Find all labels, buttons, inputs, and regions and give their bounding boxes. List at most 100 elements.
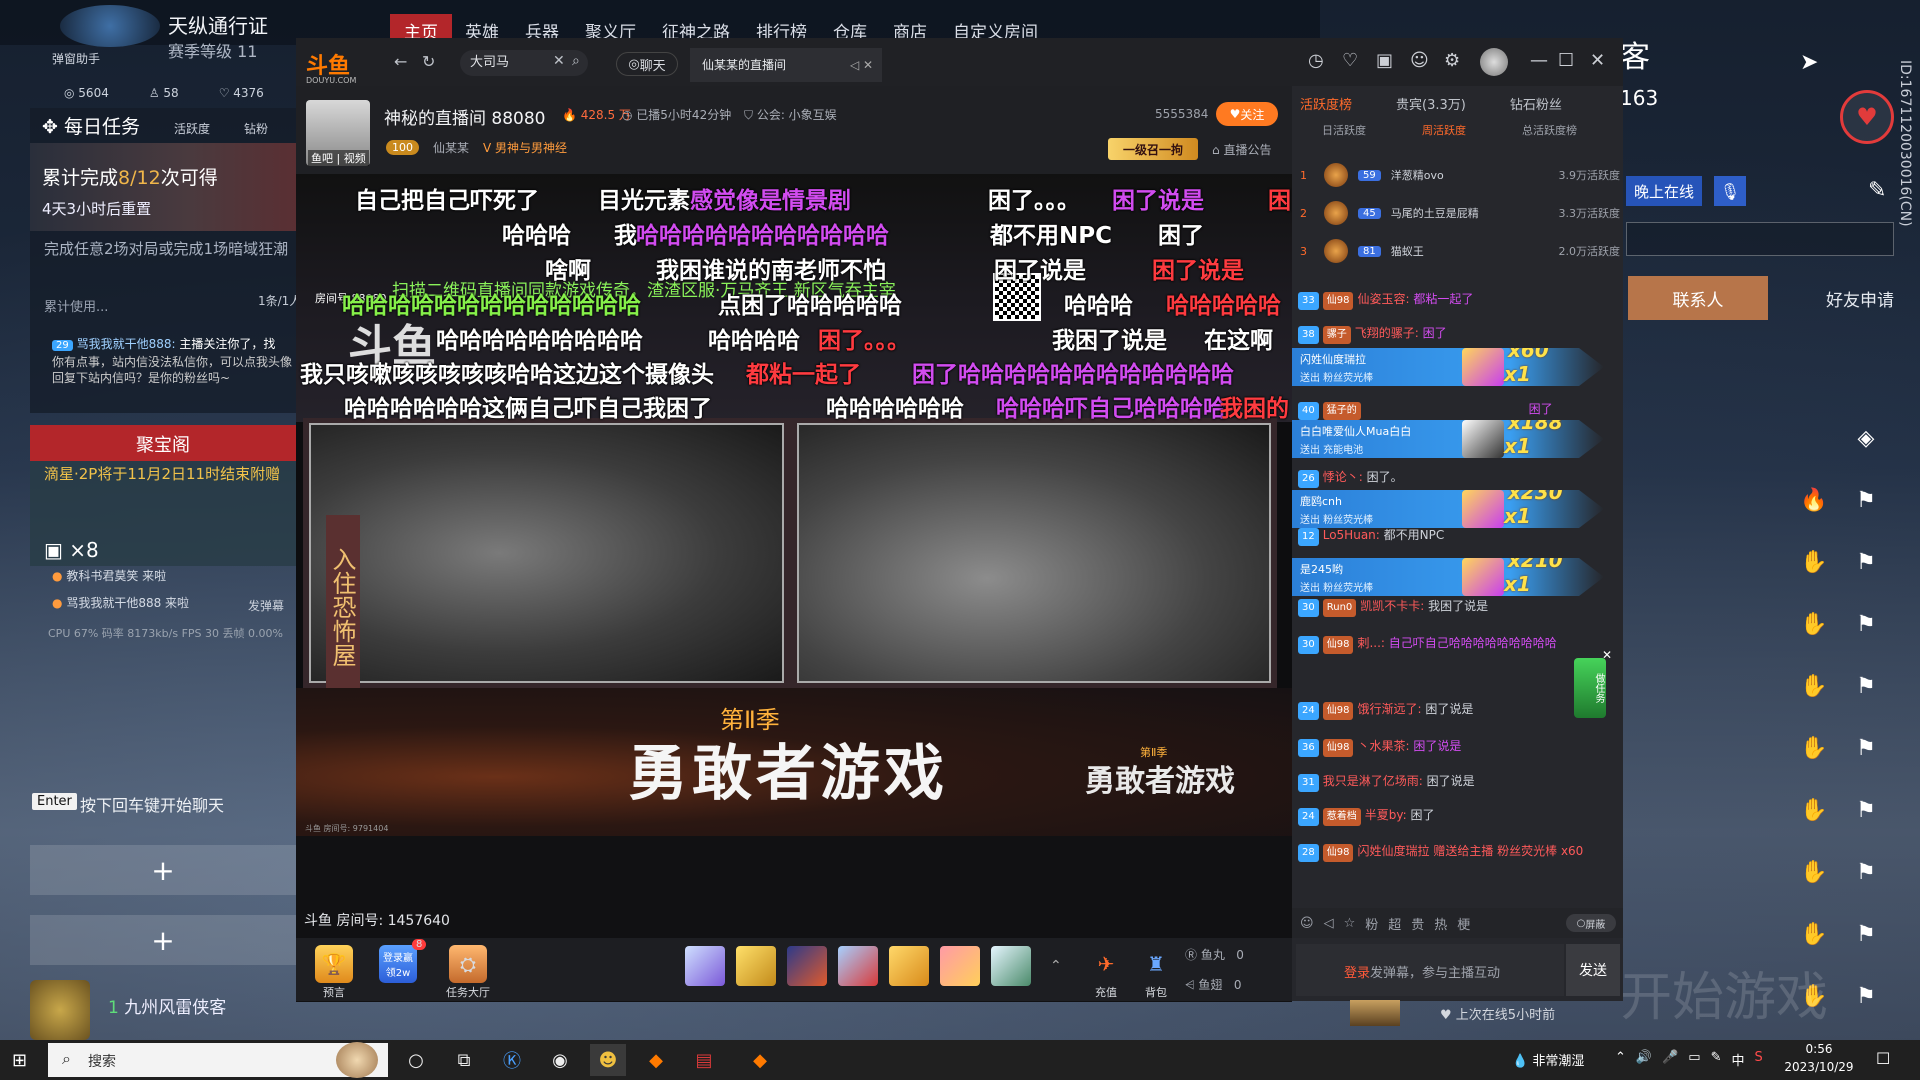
summon-button[interactable]: 一级召一拘 (1108, 138, 1198, 160)
flag-icon[interactable]: ⚑ (1848, 544, 1884, 580)
gift-item[interactable] (787, 946, 827, 986)
gift-item[interactable] (940, 946, 980, 986)
hand-icon[interactable]: ✋ (1796, 544, 1832, 580)
chat-input[interactable]: 登录发弹幕，参与主播互动 (1296, 944, 1564, 996)
history-icon[interactable]: ◷ (1308, 50, 1324, 71)
add-slot-button[interactable]: + (30, 915, 296, 965)
windows-start-icon[interactable]: ⊞ (12, 1050, 27, 1071)
gift-item[interactable] (838, 946, 878, 986)
live-room-tab[interactable]: 仙某某的直播间 ◁ ✕ (690, 48, 882, 82)
tab-friend-requests[interactable]: 好友申请 (1790, 276, 1920, 320)
follow-button[interactable]: ♥ 关注 (1216, 102, 1278, 126)
tab-activity-rank[interactable]: 活跃度榜 (1300, 94, 1352, 113)
rank-row[interactable]: 2 45 马尾的土豆是屁精 3.3万活跃度 (1300, 201, 1620, 225)
treasure-title[interactable]: 聚宝阁 (30, 431, 296, 457)
volume-icon[interactable]: 🔊 (1636, 1050, 1652, 1069)
edit-icon[interactable]: ✎ (1868, 178, 1886, 203)
flame-icon[interactable]: 🔥 (1796, 482, 1832, 518)
flag-icon[interactable]: ⚑ (1848, 482, 1884, 518)
send-button[interactable]: 发送 (1566, 944, 1620, 996)
flag-icon[interactable]: ⚑ (1848, 730, 1884, 766)
send-danmu-button[interactable]: 发弹幕 (248, 597, 284, 614)
backpack-button[interactable]: ♜ 背包 (1130, 945, 1182, 1000)
task-view-icon[interactable]: ⧉ (446, 1044, 482, 1076)
flag-icon[interactable]: ⚑ (1848, 792, 1884, 828)
player-avatar[interactable] (30, 980, 90, 1040)
heart-icon[interactable]: ♥ (1840, 90, 1894, 144)
flag-icon[interactable]: ⚑ (1848, 916, 1884, 952)
refresh-icon[interactable]: ↻ (422, 52, 435, 71)
weather-widget[interactable]: 💧 非常潮湿 (1512, 1050, 1584, 1069)
close-icon[interactable]: ✕ (1590, 50, 1605, 71)
hand-icon[interactable]: ✋ (1796, 854, 1832, 890)
clear-icon[interactable]: ✕ (553, 53, 565, 69)
hand-icon[interactable]: ✋ (1796, 668, 1832, 704)
friend-avatar[interactable] (1350, 1000, 1400, 1026)
fan-danmu-button[interactable]: 粉 (1365, 914, 1378, 933)
douyu-taskbar-icon[interactable]: ◆ (742, 1044, 778, 1076)
close-ad-icon[interactable]: ✕ (1602, 648, 1612, 662)
cortana-icon[interactable]: ○ (398, 1044, 434, 1076)
flag-icon[interactable]: ⚑ (1848, 668, 1884, 704)
favorite-icon[interactable]: ♡ (1342, 50, 1358, 71)
flag-icon[interactable]: ⚑ (1848, 854, 1884, 890)
rank-row[interactable]: 3 81 猫蚁王 2.0万活跃度 (1300, 239, 1620, 263)
tab-diamond-fans[interactable]: 钻粉 (244, 120, 268, 137)
ime-indicator[interactable]: 中 (1731, 1050, 1744, 1069)
add-slot-button[interactable]: + (30, 845, 296, 895)
tab-contacts[interactable]: 联系人 (1628, 276, 1768, 320)
chat-tab[interactable]: ◎ 聊天 (616, 52, 678, 76)
search-input[interactable]: 大司马 (460, 50, 588, 76)
guild-label[interactable]: ⛉ 公会: 小象互娱 (744, 106, 837, 123)
hot-danmu-button[interactable]: 热 (1434, 914, 1447, 933)
gift-item[interactable] (736, 946, 776, 986)
calendar-icon[interactable]: ▣ (1376, 50, 1393, 71)
daily-task-item[interactable]: 累计使用... (44, 296, 108, 315)
speaker-icon[interactable]: ◁ (1324, 916, 1334, 931)
notification-icon[interactable]: ☐ (1876, 1049, 1890, 1068)
douyu-app-icon[interactable]: ◆ (638, 1044, 674, 1076)
rank-row[interactable]: 1 59 洋葱精ovo 3.9万活跃度 (1300, 163, 1620, 187)
task-ad-button[interactable]: 做任务 (1574, 658, 1606, 718)
game-client-icon[interactable]: ☻ (590, 1044, 626, 1076)
tab-activity[interactable]: 活跃度 (174, 120, 210, 137)
streamer-name[interactable]: 仙某某 (433, 139, 469, 156)
task-hall-button[interactable]: ⛭ 任务大厅 (442, 945, 494, 1000)
super-danmu-button[interactable]: 超 (1388, 914, 1401, 933)
user-avatar[interactable] (1480, 48, 1508, 76)
clock-time[interactable]: 0:56 (1784, 1042, 1854, 1056)
subtab-total[interactable]: 总活跃度榜 (1522, 122, 1577, 138)
chat-preview-name[interactable]: 骂我我就干他888: (77, 337, 176, 351)
category-link[interactable]: V 男神与男神经 (483, 139, 567, 156)
meme-button[interactable]: 梗 (1457, 914, 1470, 933)
recharge-button[interactable]: ✈ 充值 (1080, 945, 1132, 1000)
popup-helper-label[interactable]: 弹窗助手 (52, 50, 100, 67)
live-notice-button[interactable]: ⌂ 直播公告 (1212, 141, 1271, 158)
gift-item[interactable] (889, 946, 929, 986)
maximize-icon[interactable]: ☐ (1558, 50, 1574, 71)
minimize-icon[interactable]: — (1530, 50, 1548, 71)
daily-task-item[interactable]: 完成任意2场对局或完成1场暗域狂潮 (44, 238, 294, 259)
naraka-icon[interactable]: ▤ (686, 1044, 722, 1076)
settings-icon[interactable]: ⚙ (1444, 50, 1460, 71)
mic-icon[interactable]: 🎤 (1662, 1050, 1678, 1069)
clock-date[interactable]: 2023/10/29 (1784, 1060, 1854, 1074)
hand-icon[interactable]: ✋ (1796, 606, 1832, 642)
signin-reward-button[interactable]: 登录赢领2w 8 (372, 939, 427, 984)
wps-icon[interactable]: S (1755, 1050, 1763, 1069)
message-icon[interactable]: ☺ (1410, 50, 1429, 71)
predict-button[interactable]: 🏆 预言 (308, 945, 360, 1000)
tab-vip[interactable]: 贵宾(3.3万) (1396, 94, 1466, 113)
friend-search-input[interactable] (1626, 222, 1894, 256)
flag-icon[interactable]: ⚑ (1848, 606, 1884, 642)
fish-bar-video-link[interactable]: 鱼吧 | 视频 (308, 150, 369, 166)
microphone-icon[interactable]: 🎙 (1714, 176, 1746, 206)
flag-icon[interactable]: ⚑ (1848, 978, 1884, 1014)
steam-icon[interactable]: ◉ (542, 1044, 578, 1076)
season-title[interactable]: 天纵通行证 (168, 10, 268, 39)
hand-icon[interactable]: ✋ (1796, 730, 1832, 766)
chevron-up-icon[interactable]: ⌃ (1050, 958, 1062, 974)
emoji-icon[interactable]: ☺ (1300, 916, 1314, 931)
subtab-daily[interactable]: 日活跃度 (1322, 122, 1366, 138)
subtab-weekly[interactable]: 周活跃度 (1422, 122, 1466, 138)
